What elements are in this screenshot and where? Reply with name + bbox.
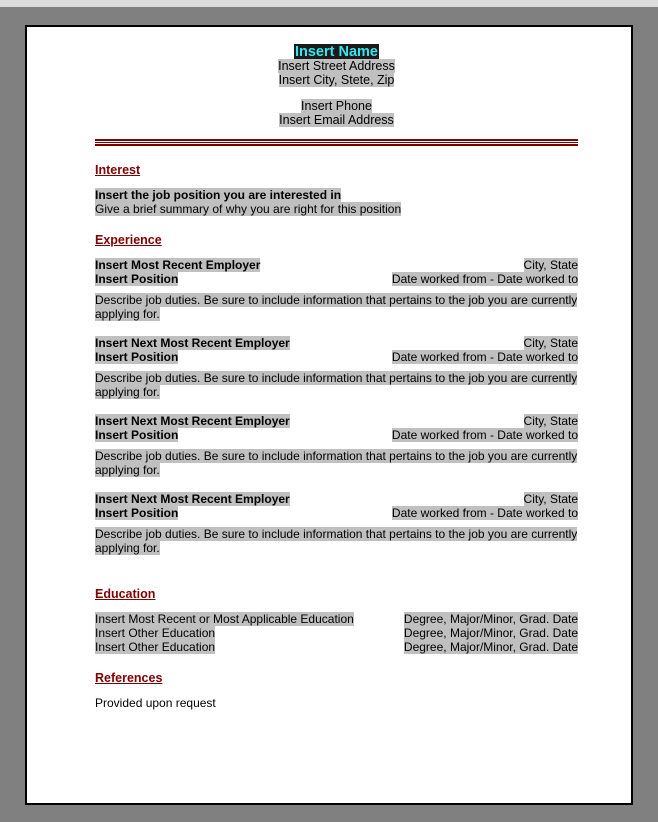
header-city-line: Insert City, Stete, Zip [95, 73, 578, 87]
position-dates-field[interactable]: Date worked from - Date worked to [391, 272, 578, 286]
name-field[interactable]: Insert Name [293, 44, 379, 60]
document-page: Insert Name Insert Street Address Insert… [25, 25, 633, 805]
education-heading-row: Education [95, 570, 578, 612]
education-detail-field[interactable]: Degree, Major/Minor, Grad. Date [403, 626, 578, 640]
experience-description-row: Describe job duties. Be sure to include … [95, 449, 578, 477]
experience-position-row: Insert Position Date worked from - Date … [95, 506, 578, 520]
header-phone-line: Insert Phone [95, 99, 578, 113]
employer-location-field[interactable]: City, State [523, 414, 578, 428]
experience-position-row: Insert Position Date worked from - Date … [95, 350, 578, 364]
employer-location-field[interactable]: City, State [523, 492, 578, 506]
street-address-field[interactable]: Insert Street Address [278, 59, 395, 73]
position-dates-field[interactable]: Date worked from - Date worked to [391, 506, 578, 520]
education-school-field[interactable]: Insert Most Recent or Most Applicable Ed… [95, 612, 354, 626]
employer-field[interactable]: Insert Most Recent Employer [95, 258, 261, 272]
section-heading-references: References [95, 671, 163, 685]
header-email-line: Insert Email Address [95, 113, 578, 127]
email-field[interactable]: Insert Email Address [279, 113, 394, 127]
city-state-zip-field[interactable]: Insert City, Stete, Zip [278, 73, 395, 87]
experience-heading-row: Experience [95, 216, 578, 258]
employer-location-field[interactable]: City, State [523, 336, 578, 350]
document-body: Insert Name Insert Street Address Insert… [95, 44, 578, 710]
experience-employer-row: Insert Next Most Recent Employer City, S… [95, 492, 578, 506]
position-dates-field[interactable]: Date worked from - Date worked to [391, 350, 578, 364]
references-body-field[interactable]: Provided upon request [95, 696, 216, 710]
education-school-field[interactable]: Insert Other Education [95, 640, 216, 654]
job-description-field[interactable]: Describe job duties. Be sure to include … [95, 371, 578, 399]
interest-heading-row: Interest [95, 146, 578, 188]
position-dates-field[interactable]: Date worked from - Date worked to [391, 428, 578, 442]
section-heading-interest: Interest [95, 163, 141, 177]
experience-entry: Insert Most Recent Employer City, State … [95, 258, 578, 321]
education-school-field[interactable]: Insert Other Education [95, 626, 216, 640]
header-street-line: Insert Street Address [95, 59, 578, 73]
experience-entry: Insert Next Most Recent Employer City, S… [95, 336, 578, 399]
section-heading-education: Education [95, 587, 156, 601]
experience-employer-row: Insert Next Most Recent Employer City, S… [95, 414, 578, 428]
experience-description-row: Describe job duties. Be sure to include … [95, 293, 578, 321]
interest-summary-field[interactable]: Give a brief summary of why you are righ… [95, 202, 402, 216]
references-body-row: Provided upon request [95, 696, 578, 710]
job-description-field[interactable]: Describe job duties. Be sure to include … [95, 527, 578, 555]
header-name-line: Insert Name [95, 44, 578, 60]
education-row: Insert Other Education Degree, Major/Min… [95, 640, 578, 654]
experience-position-row: Insert Position Date worked from - Date … [95, 272, 578, 286]
position-field[interactable]: Insert Position [95, 272, 179, 286]
employer-field[interactable]: Insert Next Most Recent Employer [95, 492, 290, 506]
phone-field[interactable]: Insert Phone [301, 99, 372, 113]
experience-entry: Insert Next Most Recent Employer City, S… [95, 414, 578, 477]
experience-description-row: Describe job duties. Be sure to include … [95, 371, 578, 399]
experience-employer-row: Insert Most Recent Employer City, State [95, 258, 578, 272]
experience-description-row: Describe job duties. Be sure to include … [95, 527, 578, 555]
experience-entry: Insert Next Most Recent Employer City, S… [95, 492, 578, 555]
employer-location-field[interactable]: City, State [523, 258, 578, 272]
header-divider-rule [95, 139, 578, 146]
job-description-field[interactable]: Describe job duties. Be sure to include … [95, 449, 578, 477]
header-spacer [95, 87, 578, 99]
references-heading-row: References [95, 654, 578, 696]
employer-field[interactable]: Insert Next Most Recent Employer [95, 414, 290, 428]
education-row: Insert Other Education Degree, Major/Min… [95, 626, 578, 640]
experience-employer-row: Insert Next Most Recent Employer City, S… [95, 336, 578, 350]
resume-header: Insert Name Insert Street Address Insert… [95, 44, 578, 127]
education-detail-field[interactable]: Degree, Major/Minor, Grad. Date [403, 640, 578, 654]
job-description-field[interactable]: Describe job duties. Be sure to include … [95, 293, 578, 321]
position-field[interactable]: Insert Position [95, 350, 179, 364]
experience-position-row: Insert Position Date worked from - Date … [95, 428, 578, 442]
education-detail-field[interactable]: Degree, Major/Minor, Grad. Date [403, 612, 578, 626]
interest-summary-row: Give a brief summary of why you are righ… [95, 202, 578, 216]
interest-position-row: Insert the job position you are interest… [95, 188, 578, 202]
interest-position-field[interactable]: Insert the job position you are interest… [95, 188, 342, 202]
position-field[interactable]: Insert Position [95, 428, 179, 442]
section-heading-experience: Experience [95, 233, 162, 247]
employer-field[interactable]: Insert Next Most Recent Employer [95, 336, 290, 350]
education-row: Insert Most Recent or Most Applicable Ed… [95, 612, 578, 626]
position-field[interactable]: Insert Position [95, 506, 179, 520]
